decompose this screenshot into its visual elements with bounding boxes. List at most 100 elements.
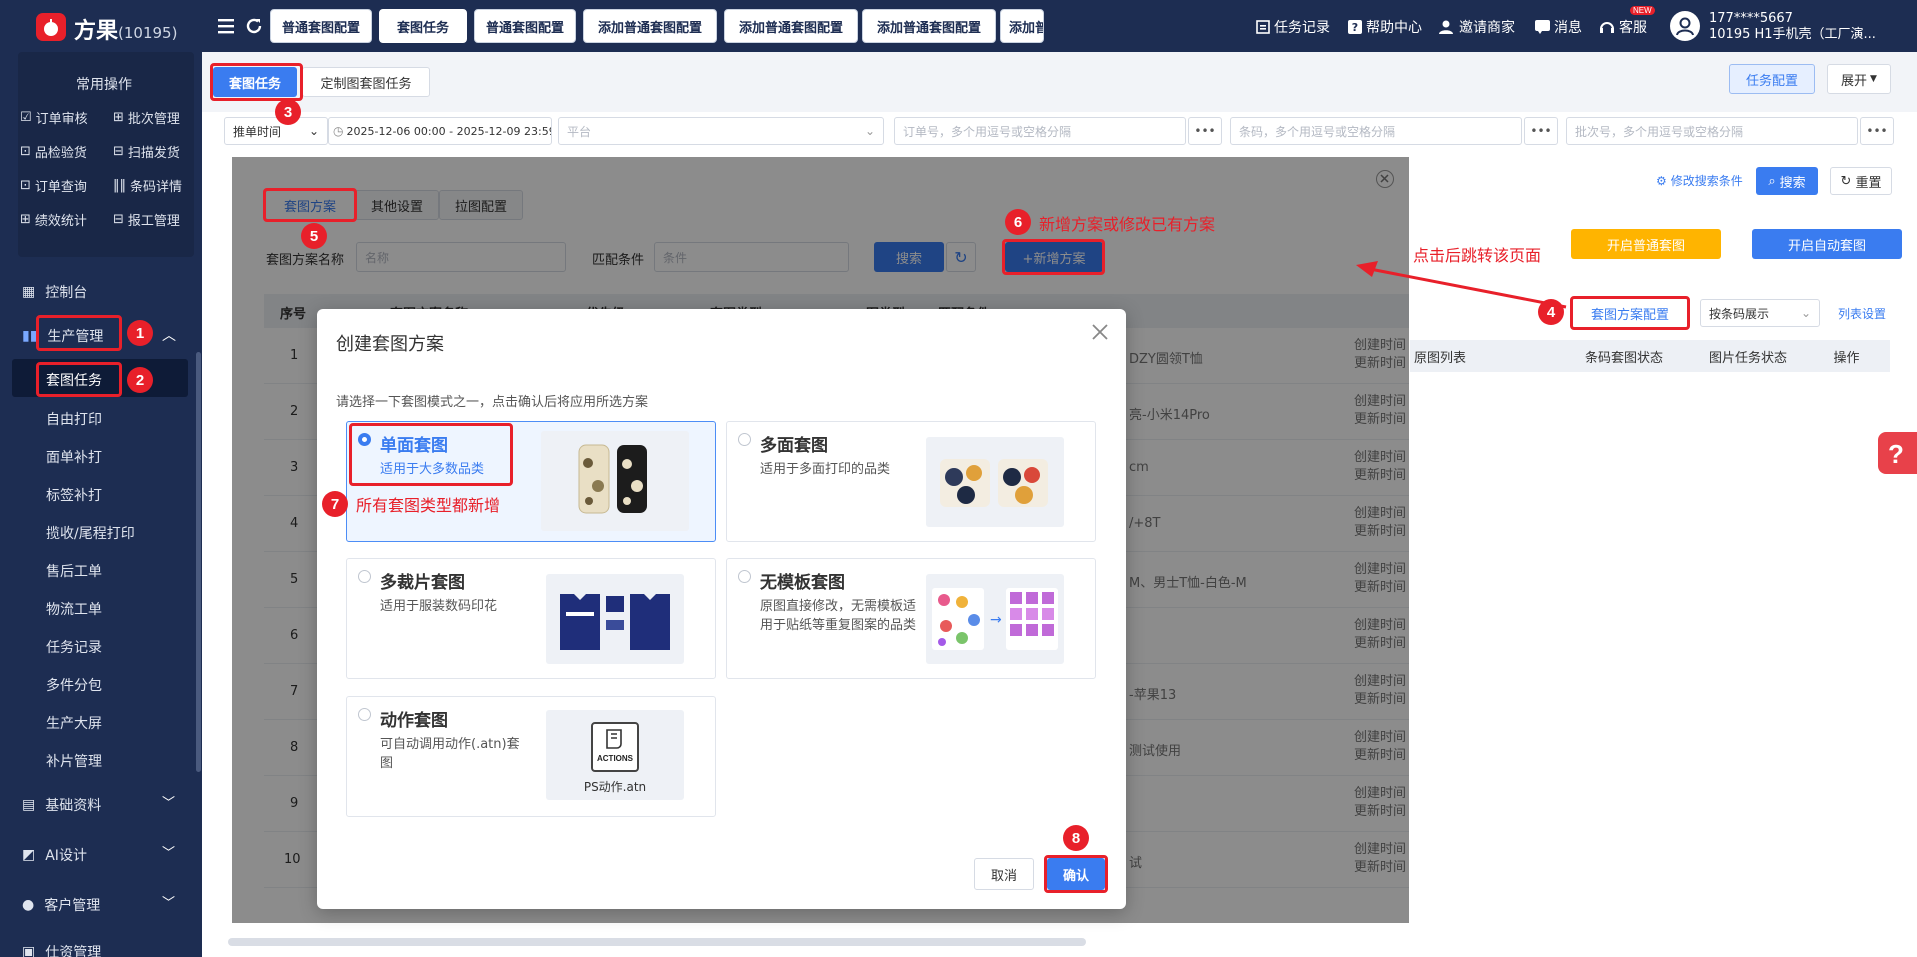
dialog-close-icon[interactable] — [1090, 322, 1110, 342]
common-op-6[interactable]: ‖‖ 条码详情 — [113, 176, 182, 195]
sub-item-pickup-print[interactable]: 揽收/尾程打印 — [46, 523, 135, 543]
chevron-down-icon[interactable]: ﹀ — [162, 842, 175, 861]
common-op-4[interactable]: ⊟ 扫描发货 — [113, 142, 180, 161]
mode-radio-multi-cut[interactable] — [358, 570, 371, 583]
garment-thumbnail — [546, 574, 684, 664]
page-tab-bar — [202, 52, 1917, 112]
highlight-single-mode — [349, 423, 513, 486]
top-tab-1[interactable]: 普通套图配置 — [270, 9, 372, 43]
sub-item-multi-pack[interactable]: 多件分包 — [46, 675, 102, 695]
nav-ai-design[interactable]: ◩ AI设计 — [22, 845, 87, 865]
start-normal-mockup-button[interactable]: 开启普通套图 — [1571, 229, 1721, 259]
customer-icon: ● — [22, 897, 35, 913]
order-input[interactable]: 订单号，多个用逗号或空格分隔 — [894, 117, 1186, 145]
sub-item-waybill-reprint[interactable]: 面单补打 — [46, 447, 102, 467]
svg-text:?: ? — [1888, 439, 1904, 469]
start-auto-mockup-button[interactable]: 开启自动套图 — [1752, 229, 1902, 259]
avatar[interactable] — [1670, 11, 1700, 41]
batch-input[interactable]: 批次号，多个用逗号或空格分隔 — [1566, 117, 1858, 145]
chevron-down-icon[interactable]: ﹀ — [162, 792, 175, 811]
step-badge-8: 8 — [1063, 825, 1089, 851]
nav-more[interactable]: ▣ 仕资管理 — [22, 942, 101, 957]
help-center-link[interactable]: ? 帮助中心 — [1348, 17, 1422, 37]
expand-button[interactable]: 展开 ▼ — [1827, 64, 1891, 94]
top-tab-7[interactable]: 添加普 — [1000, 9, 1044, 43]
message-link[interactable]: 消息 — [1535, 17, 1582, 37]
sub-item-big-screen[interactable]: 生产大屏 — [46, 713, 102, 733]
cancel-button[interactable]: 取消 — [974, 858, 1034, 890]
batch-more-button[interactable]: ••• — [1860, 117, 1894, 145]
col-image-task-status: 图片任务状态 — [1708, 350, 1787, 366]
gear-icon: ⚙ — [1656, 173, 1667, 188]
common-op-7[interactable]: ⊞ 绩效统计 — [20, 210, 87, 229]
top-tab-6[interactable]: 添加普通套图配置 — [862, 9, 996, 43]
sticker-thumbnail: → — [926, 574, 1064, 664]
mode-radio-multi-face[interactable] — [738, 433, 751, 446]
chevron-down-icon[interactable]: ﹀ — [162, 892, 175, 911]
sidebar-scrollbar[interactable] — [196, 352, 201, 772]
common-op-1[interactable]: ☑ 订单审核 — [20, 108, 88, 127]
dashboard-icon: ▦ — [22, 284, 36, 300]
task-log-icon — [1256, 20, 1270, 34]
sub-item-label-reprint[interactable]: 标签补打 — [46, 485, 102, 505]
edit-search-link[interactable]: ⚙ 修改搜索条件 — [1656, 172, 1743, 189]
sub-item-aftersale[interactable]: 售后工单 — [46, 561, 102, 581]
pillow-thumbnail — [926, 437, 1064, 527]
mode-desc-no-template: 原图直接修改，无需模板适用于贴纸等重复图案的品类 — [760, 599, 917, 633]
sub-item-patch[interactable]: 补片管理 — [46, 751, 102, 771]
mode-radio-action[interactable] — [358, 708, 371, 721]
mode-desc-action: 可自动调用动作(.atn)套图 — [380, 737, 520, 771]
nav-console[interactable]: ▦ 控制台 — [22, 282, 87, 302]
sub-item-logistics[interactable]: 物流工单 — [46, 599, 102, 619]
invite-link[interactable]: 邀请商家 — [1439, 17, 1515, 37]
mode-title-no-template: 无模板套图 — [760, 573, 845, 593]
app-name: 方果(10195) — [74, 19, 178, 44]
common-op-3[interactable]: ⊡ 品检验货 — [20, 142, 87, 161]
help-float-icon[interactable]: ? — [1878, 432, 1917, 474]
refresh-icon[interactable] — [244, 16, 264, 36]
search-icon: ⌕ — [1768, 173, 1776, 189]
top-tab-active[interactable]: 套图任务 — [379, 9, 467, 43]
common-op-5[interactable]: ⊡ 订单查询 — [20, 176, 87, 195]
search-button[interactable]: ⌕ 搜索 — [1756, 167, 1818, 195]
date-range-input[interactable]: ◷ 2025-12-06 00:00 - 2025-12-09 23:59 — [328, 117, 552, 145]
highlight-production-menu — [36, 315, 122, 351]
horizontal-scrollbar[interactable] — [228, 938, 1086, 946]
barcode-more-button[interactable]: ••• — [1524, 117, 1558, 145]
top-tab-3[interactable]: 普通套图配置 — [474, 9, 576, 43]
page-tab-custom-mockup[interactable]: 定制图套图任务 — [302, 67, 430, 97]
chart-icon: ⊞ — [20, 212, 31, 227]
reset-button[interactable]: ↻ 重置 — [1830, 167, 1892, 195]
time-type-select[interactable]: 推单时间 ⌄ — [224, 117, 328, 145]
highlight-confirm — [1044, 855, 1108, 893]
top-tab-4[interactable]: 添加普通套图配置 — [583, 9, 717, 43]
common-op-8[interactable]: ⊟ 报工管理 — [113, 210, 180, 229]
barcode-input[interactable]: 条码，多个用逗号或空格分隔 — [1230, 117, 1522, 145]
top-tab-5[interactable]: 添加普通套图配置 — [724, 9, 858, 43]
report-icon: ⊟ — [113, 212, 124, 227]
column-settings-link[interactable]: 列表设置 — [1838, 305, 1886, 322]
service-link[interactable]: 客服 — [1599, 17, 1647, 37]
chevron-up-icon[interactable]: ︿ — [162, 325, 176, 345]
user-info[interactable]: 177****5667 10195 H1手机壳（工厂演... — [1709, 11, 1876, 43]
sub-item-free-print[interactable]: 自由打印 — [46, 409, 102, 429]
phone-case-thumbnail — [541, 431, 689, 531]
mode-desc-multi-cut: 适用于服装数码印花 — [380, 599, 498, 614]
mode-title-multi-cut: 多裁片套图 — [380, 573, 465, 593]
headset-icon — [1600, 22, 1614, 33]
annotation-text-7: 所有套图类型都新增 — [356, 496, 501, 515]
platform-select[interactable]: 平台 ⌄ — [558, 117, 884, 145]
nav-customer[interactable]: ● 客户管理 — [22, 895, 100, 915]
task-log-link[interactable]: 任务记录 — [1256, 17, 1330, 37]
actions-file-icon: ACTIONS — [591, 722, 639, 772]
mode-radio-no-template[interactable] — [738, 570, 751, 583]
actions-file-thumbnail: ACTIONS PS动作.atn — [546, 710, 684, 800]
menu-toggle-icon[interactable] — [216, 16, 236, 36]
task-config-button[interactable]: 任务配置 — [1729, 64, 1815, 94]
order-more-button[interactable]: ••• — [1188, 117, 1222, 145]
sub-item-task-log[interactable]: 任务记录 — [46, 637, 102, 657]
common-op-2[interactable]: ⊞ 批次管理 — [113, 108, 180, 127]
nav-basic-data[interactable]: ▤ 基础资料 — [22, 795, 101, 815]
display-mode-select[interactable]: 按条码展示 ⌄ — [1700, 299, 1820, 327]
app-logo-icon — [36, 13, 66, 41]
